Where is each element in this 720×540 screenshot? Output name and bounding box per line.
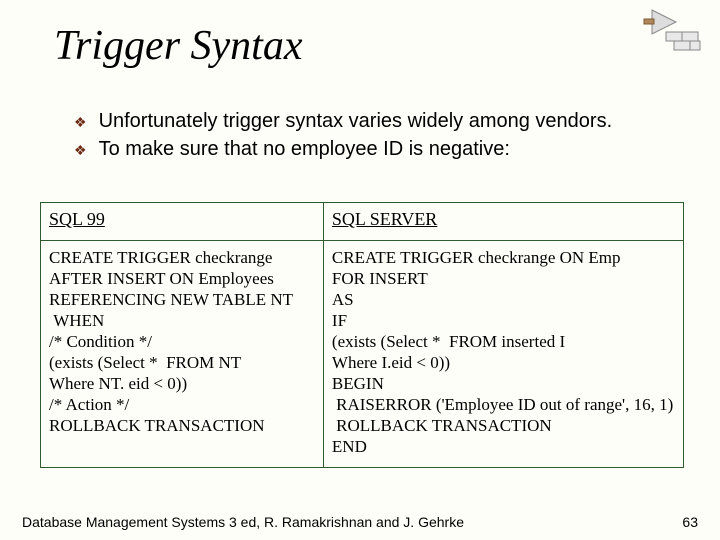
slide: { "title": "Trigger Syntax", "bullets": … [0,0,720,540]
table-row: SQL 99 SQL SERVER [41,203,684,241]
column-header-right: SQL SERVER [323,203,683,241]
code-cell-left: CREATE TRIGGER checkrange AFTER INSERT O… [41,241,324,468]
table-row: CREATE TRIGGER checkrange AFTER INSERT O… [41,241,684,468]
column-header-left: SQL 99 [41,203,324,241]
bullet-item: ❖ Unfortunately trigger syntax varies wi… [74,108,680,134]
code-cell-right: CREATE TRIGGER checkrange ON Emp FOR INS… [323,241,683,468]
slide-footer: Database Management Systems 3 ed, R. Ram… [22,514,698,530]
diamond-bullet-icon: ❖ [74,111,87,133]
bricks-trowel-icon [632,4,702,54]
slide-title: Trigger Syntax [54,22,303,70]
bullet-list: ❖ Unfortunately trigger syntax varies wi… [74,108,680,164]
diamond-bullet-icon: ❖ [74,139,87,161]
code-comparison-table: SQL 99 SQL SERVER CREATE TRIGGER checkra… [40,202,684,468]
bullet-text: To make sure that no employee ID is nega… [99,136,510,162]
page-number: 63 [682,514,698,530]
bullet-text: Unfortunately trigger syntax varies wide… [99,108,613,134]
bullet-item: ❖ To make sure that no employee ID is ne… [74,136,680,162]
footer-text: Database Management Systems 3 ed, R. Ram… [22,514,464,530]
